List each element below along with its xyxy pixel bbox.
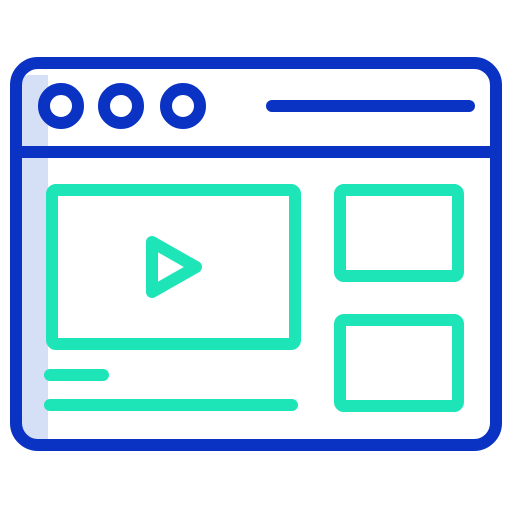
thumbnail-box-1: [334, 184, 464, 282]
window-dot-3: [160, 83, 206, 129]
play-icon: [146, 236, 202, 298]
thumbnail-box-2: [334, 314, 464, 412]
browser-frame: [10, 57, 502, 451]
window-dot-1: [38, 83, 84, 129]
window-shadow: [22, 75, 48, 440]
browser-window-illustration: [10, 57, 502, 451]
window-dot-2: [98, 83, 144, 129]
video-website-icon: [0, 0, 512, 512]
video-player-frame: [46, 184, 301, 350]
